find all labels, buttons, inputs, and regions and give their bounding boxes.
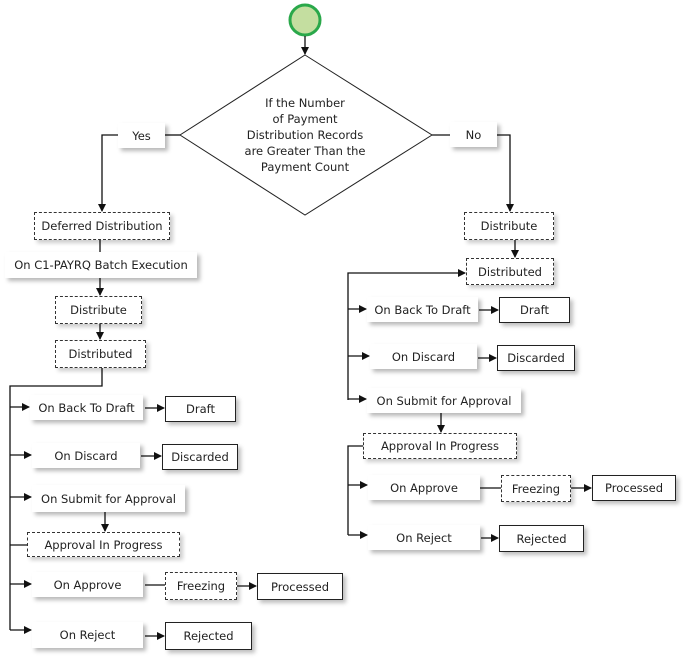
state-r-distributed: Distributed (466, 258, 554, 285)
state-l-distributed: Distributed (55, 340, 146, 368)
state-l-distribute: Distribute (55, 296, 142, 324)
state-l-approval: Approval In Progress (27, 532, 180, 557)
arrow-connector (497, 134, 514, 212)
state-l-processed: Processed (257, 573, 343, 600)
start-node (288, 3, 322, 37)
transition-r-ondiscard: On Discard (370, 344, 477, 369)
state-l-discarded: Discarded (162, 444, 238, 470)
decision-line: Payment Count (260, 160, 350, 174)
transition-r-backdraft: On Back To Draft (367, 297, 478, 322)
transition-l-batch: On C1-PAYRQ Batch Execution (5, 252, 197, 278)
state-r-distribute: Distribute (464, 212, 554, 240)
decision-line: of Payment (272, 112, 338, 126)
arrow-connector (347, 269, 466, 400)
line-connector (347, 445, 363, 535)
transition-yes: Yes (118, 123, 165, 148)
transition-l-onapprove: On Approve (32, 572, 143, 597)
state-l-deferred: Deferred Distribution (34, 212, 170, 240)
transition-l-submit: On Submit for Approval (32, 485, 185, 512)
transition-r-onreject: On Reject (368, 525, 480, 550)
state-r-approval: Approval In Progress (363, 433, 517, 459)
state-r-draft: Draft (499, 297, 570, 323)
transition-r-onapprove: On Approve (368, 475, 480, 500)
transition-l-backdraft: On Back To Draft (30, 395, 143, 420)
state-l-freezing: Freezing (165, 572, 237, 600)
decision-line: are Greater Than the (244, 144, 366, 158)
state-r-discarded: Discarded (497, 345, 575, 371)
state-l-draft: Draft (165, 396, 236, 422)
transition-no: No (450, 122, 497, 147)
state-r-processed: Processed (592, 475, 676, 501)
transition-l-onreject: On Reject (32, 622, 143, 648)
state-l-rejected: Rejected (165, 622, 252, 650)
state-r-rejected: Rejected (499, 525, 584, 552)
flowchart: If the Number of Payment Distribution Re… (0, 0, 683, 663)
arrow-connector (98, 134, 118, 212)
decision-line: If the Number (265, 96, 345, 110)
decision-text: If the Number of Payment Distribution Re… (230, 95, 380, 175)
decision-line: Distribution Records (246, 128, 364, 142)
state-r-freezing: Freezing (501, 475, 571, 502)
transition-r-submit: On Submit for Approval (367, 388, 521, 413)
transition-l-ondiscard: On Discard (32, 443, 140, 468)
